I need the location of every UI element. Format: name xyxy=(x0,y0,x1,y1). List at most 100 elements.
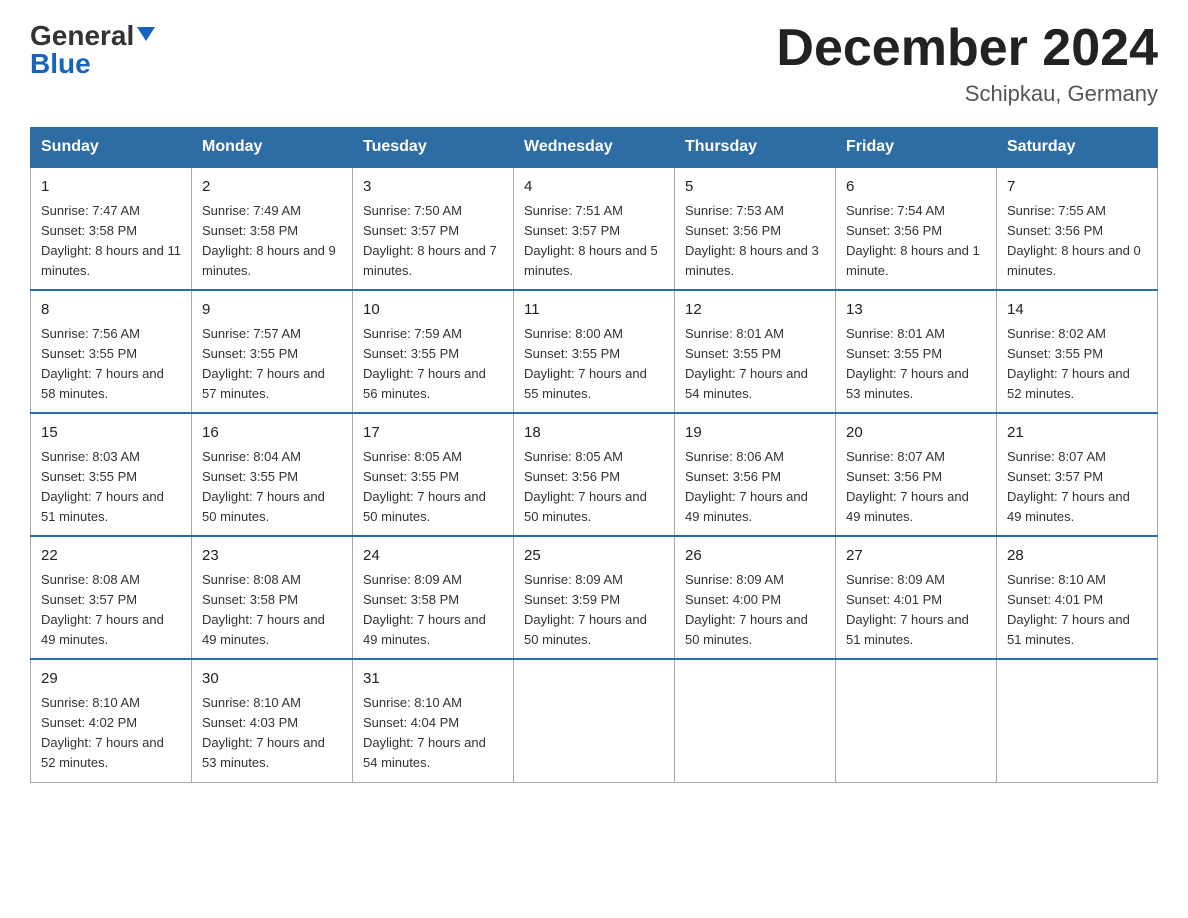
weekday-header-saturday: Saturday xyxy=(997,128,1158,168)
day-number: 26 xyxy=(685,545,825,568)
day-number: 11 xyxy=(524,299,664,322)
day-info: Sunrise: 8:04 AMSunset: 3:55 PMDaylight:… xyxy=(202,447,342,528)
day-info: Sunrise: 7:50 AMSunset: 3:57 PMDaylight:… xyxy=(363,201,503,282)
day-number: 2 xyxy=(202,176,342,199)
day-number: 29 xyxy=(41,668,181,691)
day-number: 21 xyxy=(1007,422,1147,445)
day-info: Sunrise: 8:07 AMSunset: 3:57 PMDaylight:… xyxy=(1007,447,1147,528)
logo-triangle-icon xyxy=(137,27,155,41)
day-number: 31 xyxy=(363,668,503,691)
calendar-cell: 8Sunrise: 7:56 AMSunset: 3:55 PMDaylight… xyxy=(31,290,192,413)
day-number: 9 xyxy=(202,299,342,322)
weekday-header-tuesday: Tuesday xyxy=(353,128,514,168)
calendar-table: SundayMondayTuesdayWednesdayThursdayFrid… xyxy=(30,127,1158,782)
weekday-header-wednesday: Wednesday xyxy=(514,128,675,168)
day-info: Sunrise: 8:00 AMSunset: 3:55 PMDaylight:… xyxy=(524,324,664,405)
calendar-cell: 20Sunrise: 8:07 AMSunset: 3:56 PMDayligh… xyxy=(836,413,997,536)
day-info: Sunrise: 7:57 AMSunset: 3:55 PMDaylight:… xyxy=(202,324,342,405)
day-info: Sunrise: 8:08 AMSunset: 3:57 PMDaylight:… xyxy=(41,570,181,651)
calendar-cell: 9Sunrise: 7:57 AMSunset: 3:55 PMDaylight… xyxy=(192,290,353,413)
calendar-cell: 12Sunrise: 8:01 AMSunset: 3:55 PMDayligh… xyxy=(675,290,836,413)
day-info: Sunrise: 8:10 AMSunset: 4:01 PMDaylight:… xyxy=(1007,570,1147,651)
calendar-cell: 19Sunrise: 8:06 AMSunset: 3:56 PMDayligh… xyxy=(675,413,836,536)
day-info: Sunrise: 7:47 AMSunset: 3:58 PMDaylight:… xyxy=(41,201,181,282)
calendar-cell: 3Sunrise: 7:50 AMSunset: 3:57 PMDaylight… xyxy=(353,167,514,290)
day-number: 23 xyxy=(202,545,342,568)
day-number: 25 xyxy=(524,545,664,568)
day-number: 30 xyxy=(202,668,342,691)
day-number: 3 xyxy=(363,176,503,199)
calendar-cell: 17Sunrise: 8:05 AMSunset: 3:55 PMDayligh… xyxy=(353,413,514,536)
day-info: Sunrise: 8:01 AMSunset: 3:55 PMDaylight:… xyxy=(685,324,825,405)
week-row-1: 1Sunrise: 7:47 AMSunset: 3:58 PMDaylight… xyxy=(31,167,1158,290)
day-number: 10 xyxy=(363,299,503,322)
weekday-header-friday: Friday xyxy=(836,128,997,168)
calendar-cell: 13Sunrise: 8:01 AMSunset: 3:55 PMDayligh… xyxy=(836,290,997,413)
weekday-header-sunday: Sunday xyxy=(31,128,192,168)
calendar-cell: 24Sunrise: 8:09 AMSunset: 3:58 PMDayligh… xyxy=(353,536,514,659)
calendar-cell xyxy=(836,659,997,782)
calendar-cell: 25Sunrise: 8:09 AMSunset: 3:59 PMDayligh… xyxy=(514,536,675,659)
calendar-cell: 7Sunrise: 7:55 AMSunset: 3:56 PMDaylight… xyxy=(997,167,1158,290)
day-info: Sunrise: 8:09 AMSunset: 3:58 PMDaylight:… xyxy=(363,570,503,651)
calendar-cell: 21Sunrise: 8:07 AMSunset: 3:57 PMDayligh… xyxy=(997,413,1158,536)
calendar-cell: 27Sunrise: 8:09 AMSunset: 4:01 PMDayligh… xyxy=(836,536,997,659)
day-info: Sunrise: 7:56 AMSunset: 3:55 PMDaylight:… xyxy=(41,324,181,405)
calendar-cell: 16Sunrise: 8:04 AMSunset: 3:55 PMDayligh… xyxy=(192,413,353,536)
title-area: December 2024 Schipkau, Germany xyxy=(776,20,1158,107)
day-info: Sunrise: 8:10 AMSunset: 4:03 PMDaylight:… xyxy=(202,693,342,774)
calendar-cell: 1Sunrise: 7:47 AMSunset: 3:58 PMDaylight… xyxy=(31,167,192,290)
day-info: Sunrise: 8:09 AMSunset: 4:01 PMDaylight:… xyxy=(846,570,986,651)
day-number: 19 xyxy=(685,422,825,445)
weekday-header-monday: Monday xyxy=(192,128,353,168)
calendar-cell xyxy=(514,659,675,782)
day-info: Sunrise: 7:53 AMSunset: 3:56 PMDaylight:… xyxy=(685,201,825,282)
day-number: 17 xyxy=(363,422,503,445)
logo: General Blue xyxy=(30,20,155,80)
calendar-cell: 18Sunrise: 8:05 AMSunset: 3:56 PMDayligh… xyxy=(514,413,675,536)
day-info: Sunrise: 8:10 AMSunset: 4:04 PMDaylight:… xyxy=(363,693,503,774)
calendar-cell: 15Sunrise: 8:03 AMSunset: 3:55 PMDayligh… xyxy=(31,413,192,536)
calendar-cell: 4Sunrise: 7:51 AMSunset: 3:57 PMDaylight… xyxy=(514,167,675,290)
day-info: Sunrise: 7:55 AMSunset: 3:56 PMDaylight:… xyxy=(1007,201,1147,282)
day-number: 27 xyxy=(846,545,986,568)
calendar-cell: 10Sunrise: 7:59 AMSunset: 3:55 PMDayligh… xyxy=(353,290,514,413)
calendar-cell: 11Sunrise: 8:00 AMSunset: 3:55 PMDayligh… xyxy=(514,290,675,413)
day-number: 7 xyxy=(1007,176,1147,199)
day-number: 24 xyxy=(363,545,503,568)
day-number: 8 xyxy=(41,299,181,322)
day-info: Sunrise: 7:54 AMSunset: 3:56 PMDaylight:… xyxy=(846,201,986,282)
day-number: 1 xyxy=(41,176,181,199)
day-info: Sunrise: 8:08 AMSunset: 3:58 PMDaylight:… xyxy=(202,570,342,651)
day-number: 16 xyxy=(202,422,342,445)
day-info: Sunrise: 7:59 AMSunset: 3:55 PMDaylight:… xyxy=(363,324,503,405)
day-number: 6 xyxy=(846,176,986,199)
weekday-header-thursday: Thursday xyxy=(675,128,836,168)
calendar-cell xyxy=(997,659,1158,782)
day-number: 15 xyxy=(41,422,181,445)
week-row-5: 29Sunrise: 8:10 AMSunset: 4:02 PMDayligh… xyxy=(31,659,1158,782)
day-number: 18 xyxy=(524,422,664,445)
day-number: 14 xyxy=(1007,299,1147,322)
day-number: 13 xyxy=(846,299,986,322)
calendar-cell: 30Sunrise: 8:10 AMSunset: 4:03 PMDayligh… xyxy=(192,659,353,782)
location: Schipkau, Germany xyxy=(776,81,1158,107)
calendar-cell: 6Sunrise: 7:54 AMSunset: 3:56 PMDaylight… xyxy=(836,167,997,290)
calendar-cell: 22Sunrise: 8:08 AMSunset: 3:57 PMDayligh… xyxy=(31,536,192,659)
day-number: 12 xyxy=(685,299,825,322)
day-info: Sunrise: 7:51 AMSunset: 3:57 PMDaylight:… xyxy=(524,201,664,282)
day-info: Sunrise: 8:01 AMSunset: 3:55 PMDaylight:… xyxy=(846,324,986,405)
week-row-3: 15Sunrise: 8:03 AMSunset: 3:55 PMDayligh… xyxy=(31,413,1158,536)
day-number: 28 xyxy=(1007,545,1147,568)
calendar-cell: 26Sunrise: 8:09 AMSunset: 4:00 PMDayligh… xyxy=(675,536,836,659)
day-info: Sunrise: 8:06 AMSunset: 3:56 PMDaylight:… xyxy=(685,447,825,528)
day-info: Sunrise: 8:05 AMSunset: 3:56 PMDaylight:… xyxy=(524,447,664,528)
weekday-header-row: SundayMondayTuesdayWednesdayThursdayFrid… xyxy=(31,128,1158,168)
day-info: Sunrise: 8:09 AMSunset: 4:00 PMDaylight:… xyxy=(685,570,825,651)
week-row-4: 22Sunrise: 8:08 AMSunset: 3:57 PMDayligh… xyxy=(31,536,1158,659)
calendar-cell: 5Sunrise: 7:53 AMSunset: 3:56 PMDaylight… xyxy=(675,167,836,290)
day-info: Sunrise: 8:07 AMSunset: 3:56 PMDaylight:… xyxy=(846,447,986,528)
month-title: December 2024 xyxy=(776,20,1158,77)
day-info: Sunrise: 7:49 AMSunset: 3:58 PMDaylight:… xyxy=(202,201,342,282)
day-info: Sunrise: 8:10 AMSunset: 4:02 PMDaylight:… xyxy=(41,693,181,774)
